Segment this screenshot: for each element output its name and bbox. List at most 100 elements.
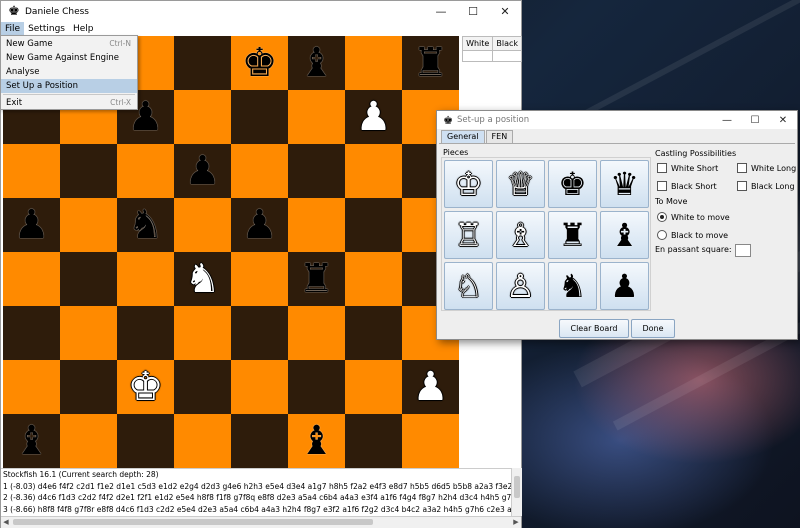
board-square[interactable]	[231, 306, 288, 360]
menu-item-exit[interactable]: Exit Ctrl-X	[1, 96, 137, 110]
board-square[interactable]: ♟	[174, 144, 231, 198]
black-king-icon[interactable]: ♚	[242, 43, 278, 83]
dialog-maximize-button[interactable]: ☐	[741, 111, 769, 129]
board-square[interactable]	[117, 252, 174, 306]
board-square[interactable]	[174, 36, 231, 90]
checkbox-white-long[interactable]: White Long	[737, 163, 796, 173]
black-knight-button[interactable]: ♞	[548, 262, 597, 310]
board-square[interactable]	[288, 90, 345, 144]
board-square[interactable]: ♟	[3, 198, 60, 252]
tab-fen[interactable]: FEN	[485, 130, 514, 143]
black-king-button[interactable]: ♚	[548, 160, 597, 208]
board-square[interactable]: ♝	[288, 36, 345, 90]
en-passant-input[interactable]	[735, 244, 751, 257]
checkbox-box[interactable]	[737, 181, 747, 191]
radio-dot[interactable]	[657, 212, 667, 222]
board-square[interactable]	[174, 414, 231, 468]
board-square[interactable]	[231, 414, 288, 468]
board-square[interactable]: ♚	[231, 36, 288, 90]
menu-settings[interactable]: Settings	[24, 22, 69, 36]
white-knight-button[interactable]: ♘	[444, 262, 493, 310]
board-square[interactable]	[288, 144, 345, 198]
board-square[interactable]: ♟	[402, 360, 459, 414]
black-queen-button[interactable]: ♛	[600, 160, 649, 208]
board-square[interactable]	[345, 306, 402, 360]
board-square[interactable]	[288, 198, 345, 252]
menu-item-new-game[interactable]: New Game Ctrl-N	[1, 37, 137, 51]
scroll-thumb[interactable]	[514, 476, 520, 498]
board-square[interactable]	[117, 144, 174, 198]
radio-white-to-move[interactable]: White to move	[657, 212, 730, 222]
close-button[interactable]: ✕	[489, 1, 521, 22]
white-pawn-icon[interactable]: ♟	[356, 97, 392, 137]
black-bishop-icon[interactable]: ♝	[299, 43, 335, 83]
board-square[interactable]	[60, 252, 117, 306]
menu-item-set-up-position[interactable]: Set Up a Position	[1, 79, 137, 93]
checkbox-box[interactable]	[657, 181, 667, 191]
black-bishop-button[interactable]: ♝	[600, 211, 649, 259]
menu-item-analyse[interactable]: Analyse	[1, 65, 137, 79]
white-knight-icon[interactable]: ♞	[185, 259, 221, 299]
board-square[interactable]	[288, 306, 345, 360]
board-square[interactable]: ♝	[3, 414, 60, 468]
black-pawn-icon[interactable]: ♟	[14, 205, 50, 245]
board-square[interactable]	[345, 198, 402, 252]
black-rook-icon[interactable]: ♜	[413, 43, 449, 83]
scroll-right-icon[interactable]: ▶	[511, 517, 521, 528]
white-king-icon[interactable]: ♚	[128, 367, 164, 407]
board-square[interactable]: ♚	[117, 360, 174, 414]
checkbox-box[interactable]	[657, 163, 667, 173]
board-square[interactable]: ♜	[402, 36, 459, 90]
board-square[interactable]: ♟	[231, 198, 288, 252]
black-knight-icon[interactable]: ♞	[128, 205, 164, 245]
white-king-button[interactable]: ♔	[444, 160, 493, 208]
board-square[interactable]	[60, 360, 117, 414]
board-square[interactable]	[174, 360, 231, 414]
checkbox-box[interactable]	[737, 163, 747, 173]
black-rook-button[interactable]: ♜	[548, 211, 597, 259]
board-square[interactable]	[3, 360, 60, 414]
board-square[interactable]	[345, 144, 402, 198]
board-square[interactable]	[3, 144, 60, 198]
white-bishop-button[interactable]: ♗	[496, 211, 545, 259]
board-square[interactable]	[117, 306, 174, 360]
board-square[interactable]	[3, 252, 60, 306]
checkbox-black-long[interactable]: Black Long	[737, 181, 795, 191]
checkbox-black-short[interactable]: Black Short	[657, 181, 717, 191]
checkbox-white-short[interactable]: White Short	[657, 163, 718, 173]
black-pawn-button[interactable]: ♟	[600, 262, 649, 310]
board-square[interactable]	[231, 252, 288, 306]
board-square[interactable]	[174, 90, 231, 144]
black-bishop-icon[interactable]: ♝	[14, 421, 50, 461]
black-pawn-icon[interactable]: ♟	[185, 151, 221, 191]
engine-horizontal-scrollbar[interactable]: ◀ ▶	[1, 516, 521, 528]
board-square[interactable]	[288, 360, 345, 414]
clear-board-button[interactable]: Clear Board	[559, 319, 629, 338]
white-rook-button[interactable]: ♖	[444, 211, 493, 259]
board-square[interactable]	[174, 198, 231, 252]
board-square[interactable]: ♟	[345, 90, 402, 144]
board-square[interactable]: ♞	[117, 198, 174, 252]
dialog-minimize-button[interactable]: —	[713, 111, 741, 129]
board-square[interactable]	[60, 144, 117, 198]
board-square[interactable]	[231, 90, 288, 144]
black-pawn-icon[interactable]: ♟	[242, 205, 278, 245]
engine-vertical-scrollbar[interactable]	[511, 468, 522, 516]
black-rook-icon[interactable]: ♜	[299, 259, 335, 299]
scroll-thumb[interactable]	[13, 519, 373, 525]
maximize-button[interactable]: ☐	[457, 1, 489, 22]
done-button[interactable]: Done	[631, 319, 675, 338]
radio-dot[interactable]	[657, 230, 667, 240]
radio-black-to-move[interactable]: Black to move	[657, 230, 728, 240]
board-square[interactable]	[231, 144, 288, 198]
tab-general[interactable]: General	[441, 130, 485, 143]
moves-cell[interactable]	[492, 50, 522, 62]
white-pawn-button[interactable]: ♙	[496, 262, 545, 310]
board-square[interactable]: ♜	[288, 252, 345, 306]
board-square[interactable]	[60, 414, 117, 468]
menu-help[interactable]: Help	[69, 22, 98, 36]
black-bishop-icon[interactable]: ♝	[299, 421, 335, 461]
white-pawn-icon[interactable]: ♟	[413, 367, 449, 407]
board-square[interactable]: ♝	[288, 414, 345, 468]
board-square[interactable]	[60, 198, 117, 252]
